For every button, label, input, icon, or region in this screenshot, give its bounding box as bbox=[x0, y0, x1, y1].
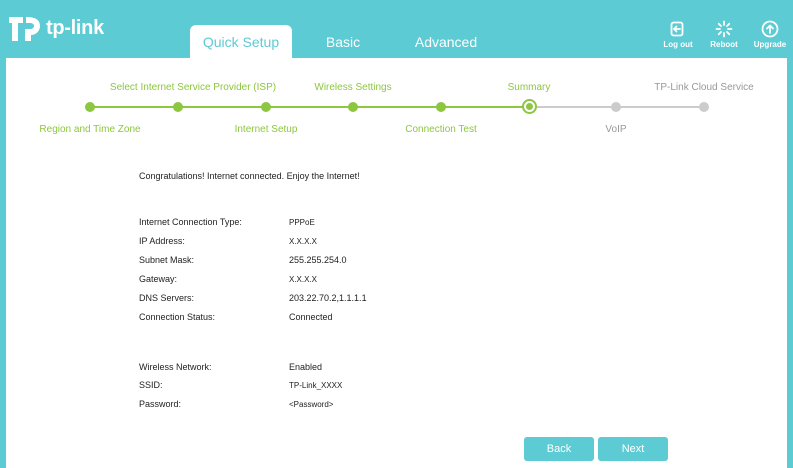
top-header: tp-link Quick Setup Basic Advanced Log o… bbox=[0, 0, 793, 58]
step-dot-voip bbox=[611, 102, 621, 112]
brand-name: tp-link bbox=[46, 16, 104, 39]
tab-quick-setup[interactable]: Quick Setup bbox=[190, 25, 292, 58]
step-label-internet-setup: Internet Setup bbox=[234, 124, 298, 135]
info-label: Wireless Network: bbox=[139, 362, 212, 372]
step-dot-region bbox=[85, 102, 95, 112]
step-dot-isp bbox=[173, 102, 183, 112]
info-row-connection-type: Internet Connection Type: PPPoE bbox=[139, 217, 315, 227]
upgrade-icon bbox=[761, 20, 779, 38]
info-row-password: Password: <Password> bbox=[139, 399, 333, 409]
step-dot-internet-setup bbox=[261, 102, 271, 112]
reboot-label: Reboot bbox=[710, 40, 738, 49]
content-panel: Region and Time Zone Select Internet Ser… bbox=[6, 58, 787, 468]
reboot-icon bbox=[715, 20, 733, 38]
info-row-connection-status: Connection Status: Connected bbox=[139, 312, 333, 322]
info-label: Subnet Mask: bbox=[139, 255, 195, 265]
tab-advanced[interactable]: Advanced bbox=[394, 25, 498, 58]
info-value: Connected bbox=[289, 312, 333, 322]
info-label: Password: bbox=[139, 399, 182, 409]
info-value: 255.255.254.0 bbox=[289, 255, 347, 265]
info-value: TP-Link_XXXX bbox=[289, 381, 343, 390]
stepper-line-done bbox=[90, 106, 529, 108]
tp-link-logo[interactable]: tp-link bbox=[7, 13, 104, 43]
info-value: 203.22.70.2,1.1.1.1 bbox=[289, 293, 367, 303]
upgrade-button[interactable]: Upgrade bbox=[747, 20, 793, 49]
header-actions: Log out Reboot Upgrade bbox=[655, 20, 793, 49]
step-label-connection-test: Connection Test bbox=[405, 124, 477, 135]
step-label-voip: VoIP bbox=[605, 124, 627, 135]
step-dot-summary bbox=[522, 99, 537, 114]
info-row-ip-address: IP Address: X.X.X.X bbox=[139, 236, 317, 246]
step-dot-connection-test bbox=[436, 102, 446, 112]
step-label-wireless: Wireless Settings bbox=[314, 82, 392, 93]
logout-icon bbox=[670, 21, 684, 37]
back-button[interactable]: Back bbox=[524, 437, 594, 461]
info-label: DNS Servers: bbox=[139, 293, 195, 303]
tab-basic[interactable]: Basic bbox=[292, 25, 394, 58]
step-label-isp: Select Internet Service Provider (ISP) bbox=[109, 82, 277, 93]
info-label: IP Address: bbox=[139, 236, 185, 246]
info-value: X.X.X.X bbox=[289, 237, 318, 246]
step-dot-cloud bbox=[699, 102, 709, 112]
info-row-dns-servers: DNS Servers: 203.22.70.2,1.1.1.1 bbox=[139, 293, 367, 303]
step-label-summary: Summary bbox=[507, 82, 551, 93]
tp-link-logo-icon bbox=[9, 17, 40, 41]
info-row-wireless-network: Wireless Network: Enabled bbox=[139, 362, 322, 372]
step-dot-wireless bbox=[348, 102, 358, 112]
info-row-ssid: SSID: TP-Link_XXXX bbox=[139, 380, 342, 390]
info-value: <Password> bbox=[289, 400, 334, 409]
info-label: Connection Status: bbox=[139, 312, 216, 322]
info-row-gateway: Gateway: X.X.X.X bbox=[139, 274, 317, 284]
step-label-region: Region and Time Zone bbox=[39, 124, 141, 135]
upgrade-label: Upgrade bbox=[753, 40, 787, 49]
info-row-subnet-mask: Subnet Mask: 255.255.254.0 bbox=[139, 255, 347, 265]
congrats-message: Congratulations! Internet connected. Enj… bbox=[139, 171, 360, 181]
info-label: Internet Connection Type: bbox=[139, 217, 242, 227]
info-value: X.X.X.X bbox=[289, 275, 318, 284]
next-button[interactable]: Next bbox=[598, 437, 668, 461]
info-label: Gateway: bbox=[139, 274, 178, 284]
logout-button[interactable]: Log out bbox=[655, 20, 701, 49]
info-value: Enabled bbox=[289, 362, 323, 372]
setup-stepper: Region and Time Zone Select Internet Ser… bbox=[6, 58, 787, 138]
logout-label: Log out bbox=[663, 40, 693, 49]
step-label-cloud: TP-Link Cloud Service bbox=[654, 82, 754, 93]
info-label: SSID: bbox=[139, 380, 163, 390]
main-tabs: Quick Setup Basic Advanced bbox=[190, 25, 498, 58]
info-value: PPPoE bbox=[289, 218, 315, 227]
reboot-button[interactable]: Reboot bbox=[701, 20, 747, 49]
